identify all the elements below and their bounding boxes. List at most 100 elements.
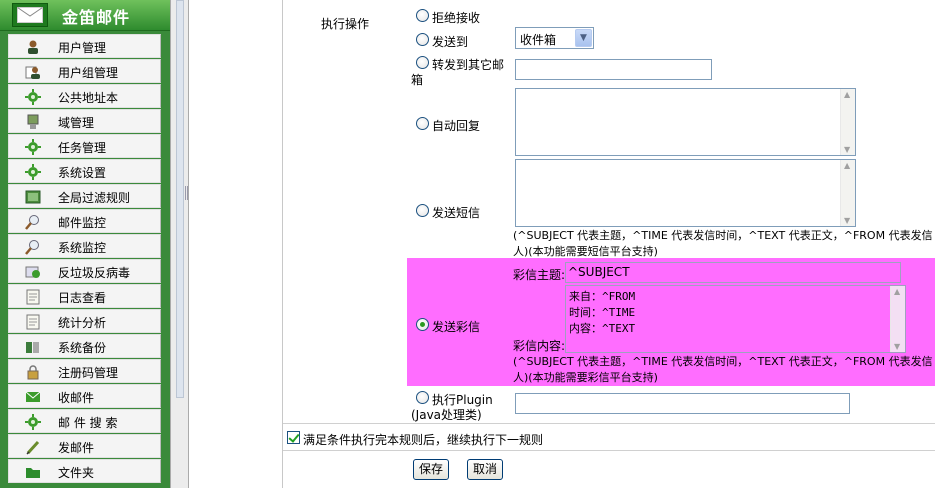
reject-label: 拒绝接收 <box>432 11 481 25</box>
sidebar-item[interactable]: 系统监控 <box>8 234 161 258</box>
mms-content-scrollbar[interactable] <box>890 286 905 352</box>
sidebar-item-label: 邮 件 搜 索 <box>58 416 118 430</box>
gear-icon <box>25 414 41 430</box>
sidebar-item[interactable]: 全局过滤规则 <box>8 184 161 208</box>
plugin-radio[interactable] <box>416 391 429 404</box>
mms-content-text: 来自：^FROM 时间：^TIME 内容：^TEXT <box>569 289 635 337</box>
sidebar-item[interactable]: 邮 件 搜 索 <box>8 409 161 433</box>
cancel-button[interactable]: 取消 <box>467 459 503 480</box>
sidebar-item[interactable]: 邮件监控 <box>8 209 161 233</box>
sidebar-item[interactable]: 文件夹 <box>8 459 161 483</box>
send-to-folder-value: 收件箱 <box>520 33 557 47</box>
backup-icon <box>25 339 41 355</box>
domain-icon <box>25 114 41 130</box>
mms-subject-label: 彩信主题: <box>513 268 566 282</box>
sidebar-item-label: 收邮件 <box>58 391 95 405</box>
mms-hint: (^SUBJECT 代表主题，^TIME 代表发信时间，^TEXT 代表正文，^… <box>513 355 933 384</box>
sidebar: 金笛邮件 用户管理用户组管理公共地址本域管理任务管理系统设置全局过滤规则 邮件监控… <box>0 0 170 488</box>
sms-scrollbar[interactable] <box>840 160 855 226</box>
sidebar-item-label: 文件夹 <box>58 466 95 480</box>
filter-icon <box>25 189 41 205</box>
sidebar-item-label: 系统备份 <box>58 341 107 355</box>
user-group-icon <box>25 64 41 80</box>
gear-icon <box>25 164 41 180</box>
send-sms-radio[interactable] <box>416 204 429 217</box>
document-icon <box>25 314 41 330</box>
sidebar-item[interactable]: 域管理 <box>8 109 161 133</box>
sidebar-item[interactable]: 发邮件 <box>8 434 161 458</box>
sidebar-item[interactable]: 用户组管理 <box>8 59 161 83</box>
chevron-down-icon[interactable]: ▼ <box>575 29 592 47</box>
sidebar-item[interactable]: 用户管理 <box>8 34 161 58</box>
sidebar-item-label: 系统设置 <box>58 166 107 180</box>
frame-splitter[interactable] <box>170 0 189 488</box>
gear-icon <box>25 89 41 105</box>
send-to-folder-select[interactable]: 收件箱 ▼ <box>515 27 594 49</box>
auto-reply-textarea[interactable] <box>515 88 856 156</box>
mms-subject-input[interactable]: ^SUBJECT <box>565 262 901 283</box>
user-icon <box>25 39 41 55</box>
continue-checkbox[interactable] <box>287 431 300 444</box>
sidebar-item[interactable]: 公共地址本 <box>8 84 161 108</box>
document-icon <box>25 289 41 305</box>
send-mms-radio[interactable] <box>416 318 429 331</box>
plugin-label-cont: (Java处理类) <box>411 408 482 422</box>
plugin-class-input[interactable] <box>515 393 850 414</box>
auto-reply-scrollbar[interactable] <box>840 89 855 155</box>
mms-content-line: 来自：^FROM <box>569 290 636 303</box>
sidebar-item[interactable]: 系统备份 <box>8 334 161 358</box>
mms-content-textarea[interactable]: 来自：^FROM 时间：^TIME 内容：^TEXT <box>565 285 906 353</box>
sidebar-item-label: 任务管理 <box>58 141 107 155</box>
sidebar-item[interactable]: 统计分析 <box>8 309 161 333</box>
envelope-logo-icon <box>12 3 48 27</box>
section-label: 执行操作 <box>321 17 370 31</box>
sidebar-item-label: 系统监控 <box>58 241 107 255</box>
sms-textarea[interactable] <box>515 159 856 227</box>
rule-action-form: 执行操作 拒绝接收 发送到 收件箱 ▼ 转发到其它邮 箱 自动回复 发送短信 (… <box>282 0 935 488</box>
send-mms-label: 发送彩信 <box>432 320 481 334</box>
auto-reply-label: 自动回复 <box>432 119 481 133</box>
sms-hint: (^SUBJECT 代表主题，^TIME 代表发信时间，^TEXT 代表正文，^… <box>513 229 933 258</box>
mms-content-label: 彩信内容: <box>513 339 566 353</box>
forward-address-input[interactable] <box>515 59 712 80</box>
sidebar-item-label: 用户管理 <box>58 41 107 55</box>
mms-subject-value: ^SUBJECT <box>568 265 630 279</box>
sidebar-item-label: 统计分析 <box>58 316 107 330</box>
splitter-grip[interactable] <box>176 0 188 398</box>
antispam-icon <box>25 264 41 280</box>
sidebar-item-label: 注册码管理 <box>58 366 119 380</box>
send-to-radio[interactable] <box>416 33 429 46</box>
mms-content-line: 时间：^TIME <box>569 306 636 319</box>
app-logo: 金笛邮件 <box>0 0 170 31</box>
envelope-icon <box>25 389 41 405</box>
send-to-label: 发送到 <box>432 35 469 49</box>
save-button[interactable]: 保存 <box>413 459 449 480</box>
gear-icon <box>25 139 41 155</box>
mms-content-line: 内容：^TEXT <box>569 322 636 335</box>
sidebar-item[interactable]: 日志查看 <box>8 284 161 308</box>
sidebar-item[interactable]: 注册码管理 <box>8 359 161 383</box>
divider <box>283 423 935 424</box>
forward-label-cont: 箱 <box>411 73 424 87</box>
continue-label: 满足条件执行完本规则后，继续执行下一规则 <box>303 433 544 447</box>
lock-icon <box>25 364 41 380</box>
sidebar-item-label: 邮件监控 <box>58 216 107 230</box>
sidebar-item[interactable]: 反垃圾反病毒 <box>8 259 161 283</box>
reject-radio[interactable] <box>416 9 429 22</box>
sidebar-item[interactable]: 收邮件 <box>8 384 161 408</box>
send-sms-label: 发送短信 <box>432 206 481 220</box>
sidebar-item[interactable]: 系统设置 <box>8 159 161 183</box>
magnifier-icon <box>25 239 41 255</box>
sidebar-item[interactable]: 任务管理 <box>8 134 161 158</box>
pen-icon <box>25 439 41 455</box>
magnifier-icon <box>25 214 41 230</box>
sidebar-item-label: 日志查看 <box>58 291 107 305</box>
auto-reply-radio[interactable] <box>416 117 429 130</box>
sidebar-item-label: 公共地址本 <box>58 91 119 105</box>
sidebar-item-label: 域管理 <box>58 116 95 130</box>
sidebar-item-label: 用户组管理 <box>58 66 119 80</box>
forward-label: 转发到其它邮 <box>432 58 505 72</box>
sidebar-menu: 用户管理用户组管理公共地址本域管理任务管理系统设置全局过滤规则 邮件监控系统监控反… <box>8 34 161 484</box>
sidebar-item-label: 全局过滤规则 <box>58 191 131 205</box>
forward-radio[interactable] <box>416 56 429 69</box>
